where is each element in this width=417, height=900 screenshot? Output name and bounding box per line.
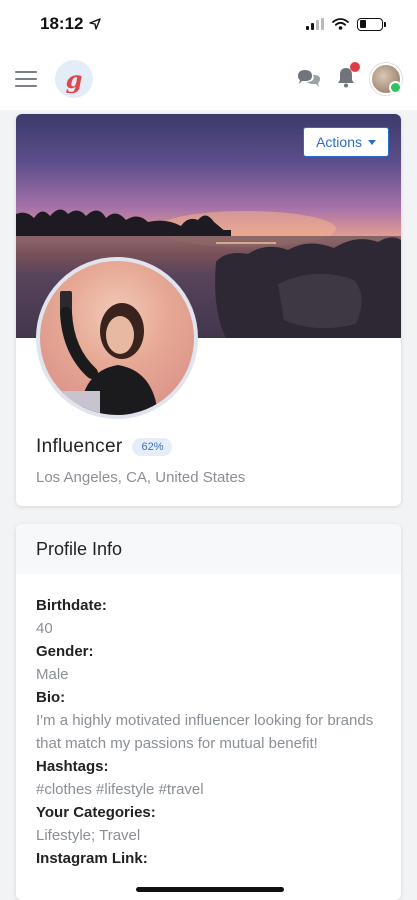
wifi-icon (332, 18, 349, 30)
battery-icon (357, 17, 386, 31)
time-text: 18:12 (40, 14, 84, 33)
profile-info-body: Birthdate: 40 Gender: Male Bio: I'm a hi… (16, 574, 401, 870)
notification-dot (350, 61, 360, 72)
field-label: Instagram Link: (36, 850, 148, 867)
caret-down-icon (368, 139, 376, 145)
menu-icon[interactable] (15, 71, 37, 87)
field-value: Male (36, 666, 69, 683)
cellular-signal-icon (306, 18, 324, 30)
field-label: Bio: (36, 689, 66, 706)
field-value: I'm a highly motivated influencer lookin… (36, 712, 374, 752)
info-field-hashtags: Hashtags: #clothes #lifestyle #travel (36, 755, 381, 801)
field-label: Your Categories: (36, 804, 156, 821)
chat-icon[interactable] (296, 68, 322, 90)
field-label: Birthdate: (36, 597, 107, 614)
profile-info-title: Profile Info (36, 538, 123, 559)
location-arrow-icon (89, 18, 102, 30)
status-bar: 18:12 (0, 0, 417, 48)
profile-photo[interactable] (36, 257, 198, 419)
info-field-gender: Gender: Male (36, 640, 381, 686)
actions-dropdown[interactable]: Actions (303, 127, 389, 157)
profile-photo-figure (50, 291, 158, 415)
field-value: #clothes #lifestyle #travel (36, 781, 204, 798)
profile-name: Influencer (36, 436, 123, 457)
profile-info-card: Profile Info Birthdate: 40 Gender: Male … (16, 524, 401, 900)
completion-badge: 62% (132, 438, 173, 456)
home-indicator[interactable] (136, 887, 284, 892)
info-field-bio: Bio: I'm a highly motivated influencer l… (36, 686, 381, 755)
profile-card: Actions Influencer 62% Los Angeles, CA, … (16, 114, 401, 506)
logo-letter: g (65, 64, 83, 94)
field-label: Gender: (36, 643, 94, 660)
field-label: Hashtags: (36, 758, 109, 775)
field-value: 40 (36, 620, 53, 637)
app-logo[interactable]: g (55, 60, 93, 98)
header-actions (296, 61, 402, 95)
profile-info-header: Profile Info (16, 524, 401, 574)
profile-location: Los Angeles, CA, United States (36, 469, 246, 486)
notifications[interactable] (336, 61, 360, 93)
name-row: Influencer 62% (36, 436, 173, 458)
info-field-categories: Your Categories: Lifestyle; Travel (36, 801, 381, 847)
info-field-instagram: Instagram Link: (36, 847, 381, 870)
user-avatar[interactable] (370, 63, 402, 95)
status-icons (306, 17, 386, 31)
field-value: Lifestyle; Travel (36, 827, 141, 844)
info-field-birthdate: Birthdate: 40 (36, 594, 381, 640)
app-header: g (0, 48, 417, 110)
actions-label: Actions (316, 134, 362, 150)
status-time: 18:12 (40, 14, 102, 34)
